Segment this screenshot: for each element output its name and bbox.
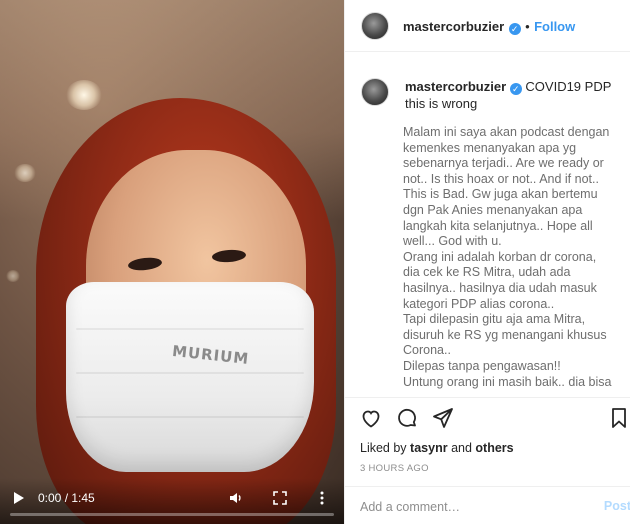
play-icon[interactable] [14,492,24,504]
post-header: mastercorbuzier ✓ • Follow [345,0,630,52]
likes-line: Liked by tasynr and others [360,441,514,455]
video-controls: 0:00 / 1:45 [0,478,344,524]
volume-icon[interactable] [228,490,244,506]
right-eye [211,248,247,264]
bookmark-icon[interactable] [607,406,630,430]
mask-fold [76,372,304,374]
caption-username[interactable]: mastercorbuzier [405,79,506,94]
mask-fold [76,416,304,418]
more-icon[interactable] [314,490,330,506]
comment-icon[interactable] [395,406,419,430]
post-panel: mastercorbuzier ✓ • Follow mastercorbuzi… [344,0,630,524]
caption-body: Malam ini saya akan podcast dengan kemen… [403,125,612,389]
mask-fold [76,328,304,330]
face-mask [66,282,314,472]
post-timestamp[interactable]: 3 HOURS AGO [360,463,429,474]
follow-button[interactable]: Follow [534,19,575,34]
video-time: 0:00 / 1:45 [38,491,95,505]
video-player[interactable]: MURIUM 0:00 / 1:45 [0,0,344,524]
avatar[interactable] [361,12,389,40]
heart-icon[interactable] [359,406,383,430]
left-eye [127,256,163,272]
likes-and: and [451,441,472,455]
separator-dot: • [525,19,530,34]
caption-avatar[interactable] [361,78,389,106]
comment-input[interactable] [360,498,580,516]
comment-bar: Post [345,486,630,524]
post-comment-button[interactable]: Post [604,499,630,513]
liked-by-user[interactable]: tasynr [410,441,448,455]
ceiling-light [14,164,36,182]
ceiling-light [66,80,102,110]
ceiling-light [6,270,20,282]
verified-badge-icon: ✓ [508,23,521,35]
share-icon[interactable] [431,406,455,430]
likes-others-link[interactable]: others [475,441,513,455]
action-bar [345,398,630,438]
caption-area[interactable]: mastercorbuzier ✓ COVID19 PDP this is wr… [345,52,630,398]
fullscreen-icon[interactable] [272,490,288,506]
likes-prefix: Liked by [360,441,407,455]
verified-badge-icon: ✓ [509,83,522,95]
caption-header: mastercorbuzier ✓ COVID19 PDP this is wr… [405,78,615,112]
header-username[interactable]: mastercorbuzier [403,19,504,34]
video-progress-bar[interactable] [10,513,334,516]
